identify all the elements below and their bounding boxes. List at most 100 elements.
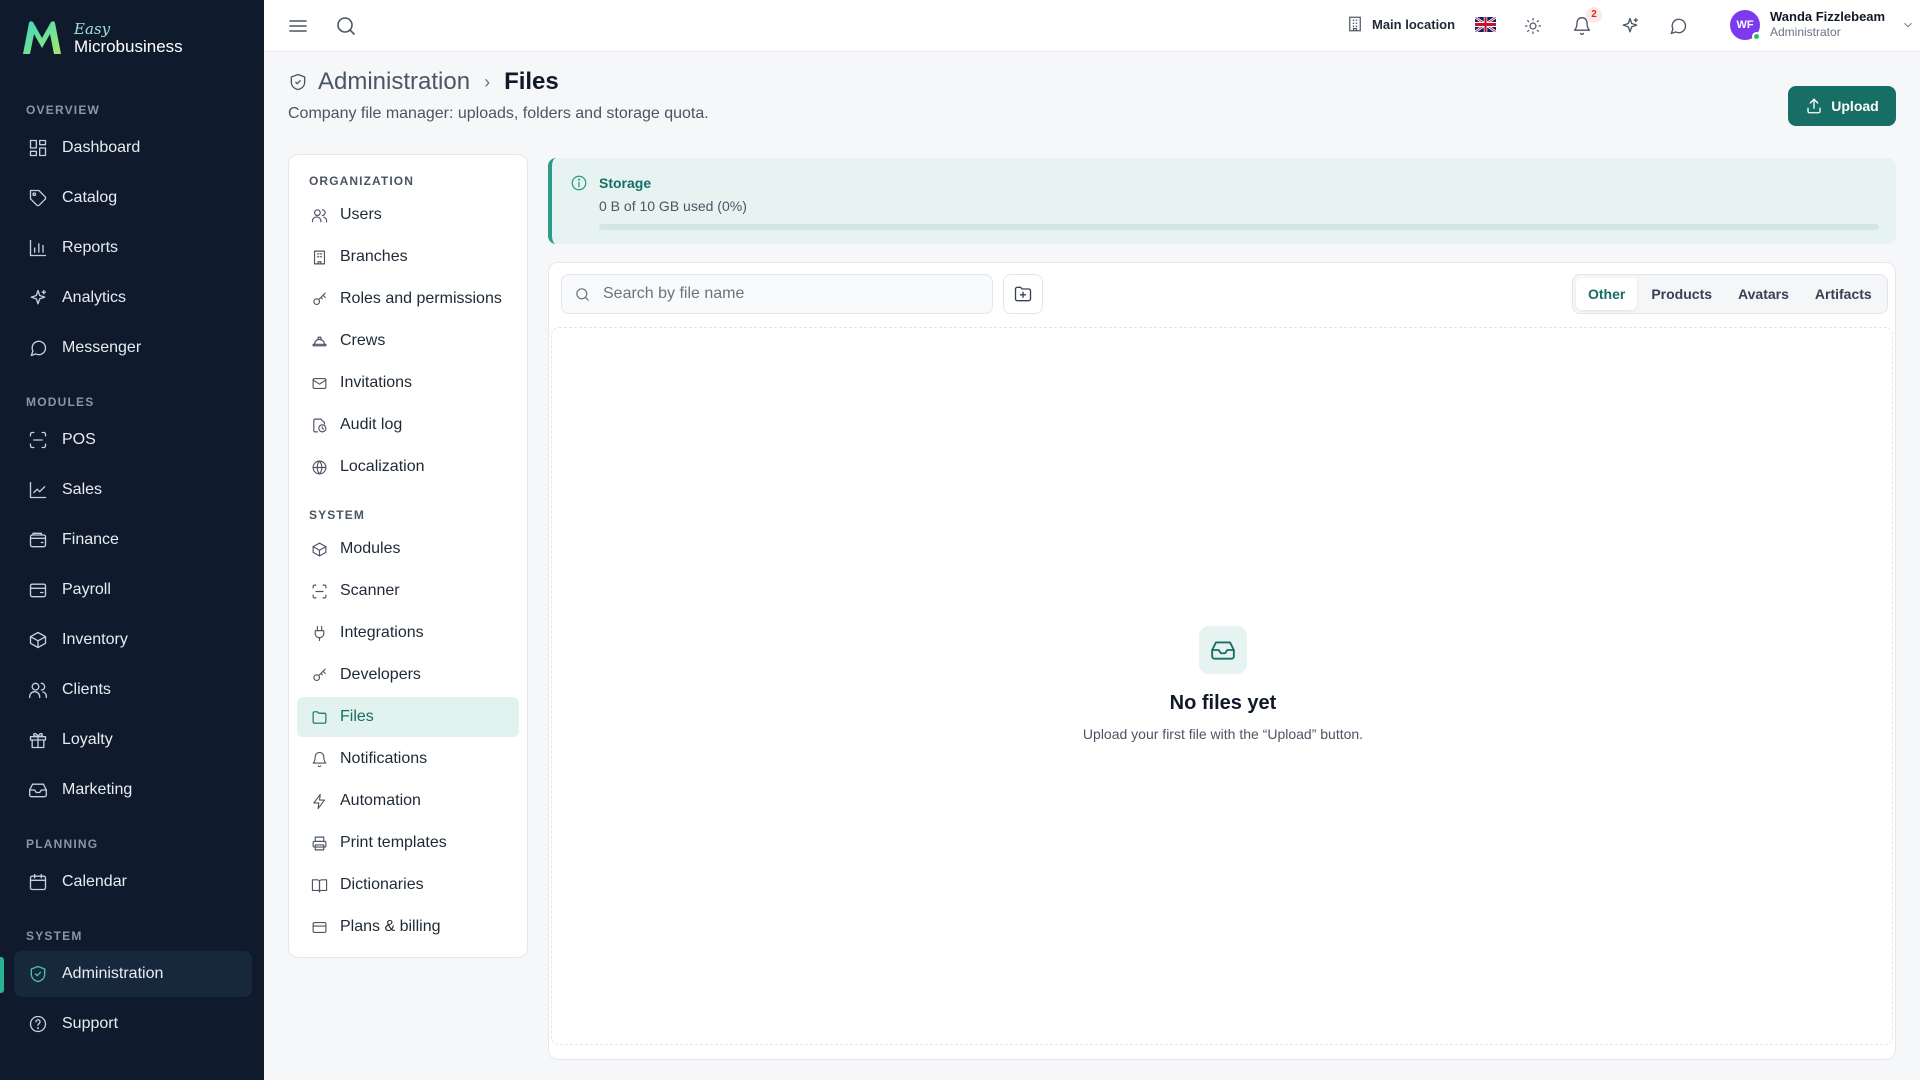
inbox-icon bbox=[1211, 641, 1235, 660]
reports-icon bbox=[29, 239, 47, 257]
avatar: WF bbox=[1730, 9, 1761, 41]
file-search bbox=[561, 274, 993, 314]
subnav-item-files[interactable]: Files bbox=[297, 697, 519, 737]
subnav-item-users[interactable]: Users bbox=[297, 195, 519, 235]
users-icon bbox=[311, 208, 328, 222]
brand-name: Microbusiness bbox=[74, 36, 183, 56]
sidebar: Easy Microbusiness OVERVIEW Dashboard Ca… bbox=[0, 0, 264, 1080]
sidebar-item-marketing[interactable]: Marketing bbox=[14, 767, 252, 813]
subnav-item-branches[interactable]: Branches bbox=[297, 237, 519, 277]
subnav-item-integrations[interactable]: Integrations bbox=[297, 613, 519, 653]
subnav-item-label: Files bbox=[340, 708, 374, 725]
subnav-item-label: Users bbox=[340, 206, 382, 223]
page-subtitle: Company file manager: uploads, folders a… bbox=[288, 105, 709, 122]
subnav-item-crews[interactable]: Crews bbox=[297, 321, 519, 361]
tab-products[interactable]: Products bbox=[1639, 278, 1724, 310]
sidebar-item-payroll[interactable]: Payroll bbox=[14, 567, 252, 613]
sidebar-item-sales[interactable]: Sales bbox=[14, 467, 252, 513]
tab-avatars[interactable]: Avatars bbox=[1726, 278, 1801, 310]
shield-check-icon bbox=[30, 965, 46, 983]
subnav-item-modules[interactable]: Modules bbox=[297, 529, 519, 569]
subnav-item-automation[interactable]: Automation bbox=[297, 781, 519, 821]
messages-button[interactable] bbox=[1666, 14, 1690, 38]
subnav-item-audit-log[interactable]: Audit log bbox=[297, 405, 519, 445]
file-search-input[interactable] bbox=[603, 285, 983, 303]
sidebar-item-clients[interactable]: Clients bbox=[14, 667, 252, 713]
language-selector[interactable] bbox=[1475, 17, 1496, 32]
sparkles-icon bbox=[1622, 17, 1639, 33]
upload-button-label: Upload bbox=[1831, 98, 1879, 114]
subnav-item-developers[interactable]: Developers bbox=[297, 655, 519, 695]
sidebar-item-label: Payroll bbox=[62, 581, 111, 598]
shield-check-icon bbox=[290, 73, 306, 91]
file-dropzone[interactable]: No files yet Upload your first file with… bbox=[551, 327, 1893, 1045]
file-clock-icon bbox=[313, 418, 327, 432]
hamburger-icon bbox=[289, 20, 307, 32]
subnav-item-label: Automation bbox=[340, 792, 421, 809]
sidebar-item-label: Calendar bbox=[62, 873, 127, 890]
tab-other[interactable]: Other bbox=[1576, 278, 1638, 310]
sidebar-item-label: Administration bbox=[62, 965, 164, 982]
subnav-item-label: Plans & billing bbox=[340, 918, 441, 935]
sidebar-section-modules: MODULES bbox=[26, 395, 95, 409]
file-category-tabs: Other Products Avatars Artifacts bbox=[1572, 274, 1888, 314]
sidebar-item-dashboard[interactable]: Dashboard bbox=[14, 125, 252, 171]
sidebar-item-support[interactable]: Support bbox=[14, 1001, 252, 1047]
sidebar-item-reports[interactable]: Reports bbox=[14, 225, 252, 271]
sidebar-item-finance[interactable]: Finance bbox=[14, 517, 252, 563]
subnav-item-label: Developers bbox=[340, 666, 421, 683]
sidebar-item-label: Reports bbox=[62, 239, 119, 256]
sidebar-item-catalog[interactable]: Catalog bbox=[14, 175, 252, 221]
sidebar-item-messenger[interactable]: Messenger bbox=[14, 325, 252, 371]
brand-logo-icon bbox=[23, 21, 61, 54]
sidebar-item-administration[interactable]: Administration bbox=[14, 951, 252, 997]
ai-assistant-button[interactable] bbox=[1618, 14, 1642, 38]
empty-state-title: No files yet bbox=[1169, 692, 1277, 714]
subnav-item-localization[interactable]: Localization bbox=[297, 447, 519, 487]
subnav-item-plans-billing[interactable]: Plans & billing bbox=[297, 907, 519, 947]
subnav-item-dictionaries[interactable]: Dictionaries bbox=[297, 865, 519, 905]
notification-count-badge: 2 bbox=[1586, 7, 1602, 23]
subnav-item-print-templates[interactable]: Print templates bbox=[297, 823, 519, 863]
sidebar-item-loyalty[interactable]: Loyalty bbox=[14, 717, 252, 763]
trend-icon bbox=[29, 481, 47, 499]
catalog-icon bbox=[29, 189, 47, 207]
menu-toggle-button[interactable] bbox=[286, 14, 310, 38]
breadcrumb-parent-link[interactable]: Administration bbox=[318, 68, 470, 96]
scan-icon bbox=[312, 584, 327, 598]
sidebar-item-label: Support bbox=[62, 1015, 119, 1032]
upload-icon bbox=[1807, 98, 1821, 114]
location-selector[interactable]: Main location bbox=[1346, 15, 1455, 33]
brand[interactable]: Easy Microbusiness bbox=[20, 18, 183, 58]
help-icon bbox=[29, 1015, 47, 1033]
sidebar-item-pos[interactable]: POS bbox=[14, 417, 252, 463]
subnav-section-system: SYSTEM bbox=[309, 508, 365, 522]
plug-icon bbox=[314, 625, 325, 641]
sidebar-section-system: SYSTEM bbox=[26, 929, 83, 943]
chevron-down-icon bbox=[1904, 22, 1912, 27]
upload-button[interactable]: Upload bbox=[1788, 86, 1896, 126]
subnav-item-roles-and-permissions[interactable]: Roles and permissions bbox=[297, 279, 519, 319]
storage-progress-bar bbox=[599, 224, 1879, 230]
avatar-initials: WF bbox=[1736, 18, 1754, 31]
uk-flag-icon bbox=[1475, 17, 1496, 32]
subnav-item-notifications[interactable]: Notifications bbox=[297, 739, 519, 779]
user-menu[interactable]: WF Wanda Fizzlebeam Administrator bbox=[1730, 9, 1915, 41]
subnav-item-invitations[interactable]: Invitations bbox=[297, 363, 519, 403]
theme-toggle-button[interactable] bbox=[1521, 14, 1545, 38]
sidebar-item-analytics[interactable]: Analytics bbox=[14, 275, 252, 321]
inbox-icon bbox=[29, 783, 47, 798]
sidebar-section-planning: PLANNING bbox=[26, 837, 99, 851]
new-folder-button[interactable] bbox=[1003, 274, 1043, 314]
breadcrumb: Administration › Files bbox=[288, 68, 559, 96]
credit-card-icon bbox=[312, 921, 327, 933]
sidebar-item-label: Loyalty bbox=[62, 731, 113, 748]
tab-artifacts[interactable]: Artifacts bbox=[1803, 278, 1884, 310]
sidebar-item-calendar[interactable]: Calendar bbox=[14, 859, 252, 905]
payroll-icon bbox=[29, 583, 47, 598]
sidebar-item-inventory[interactable]: Inventory bbox=[14, 617, 252, 663]
sidebar-item-label: Catalog bbox=[62, 189, 118, 206]
subnav-item-scanner[interactable]: Scanner bbox=[297, 571, 519, 611]
bell-icon bbox=[312, 751, 327, 767]
global-search-button[interactable] bbox=[334, 14, 358, 38]
